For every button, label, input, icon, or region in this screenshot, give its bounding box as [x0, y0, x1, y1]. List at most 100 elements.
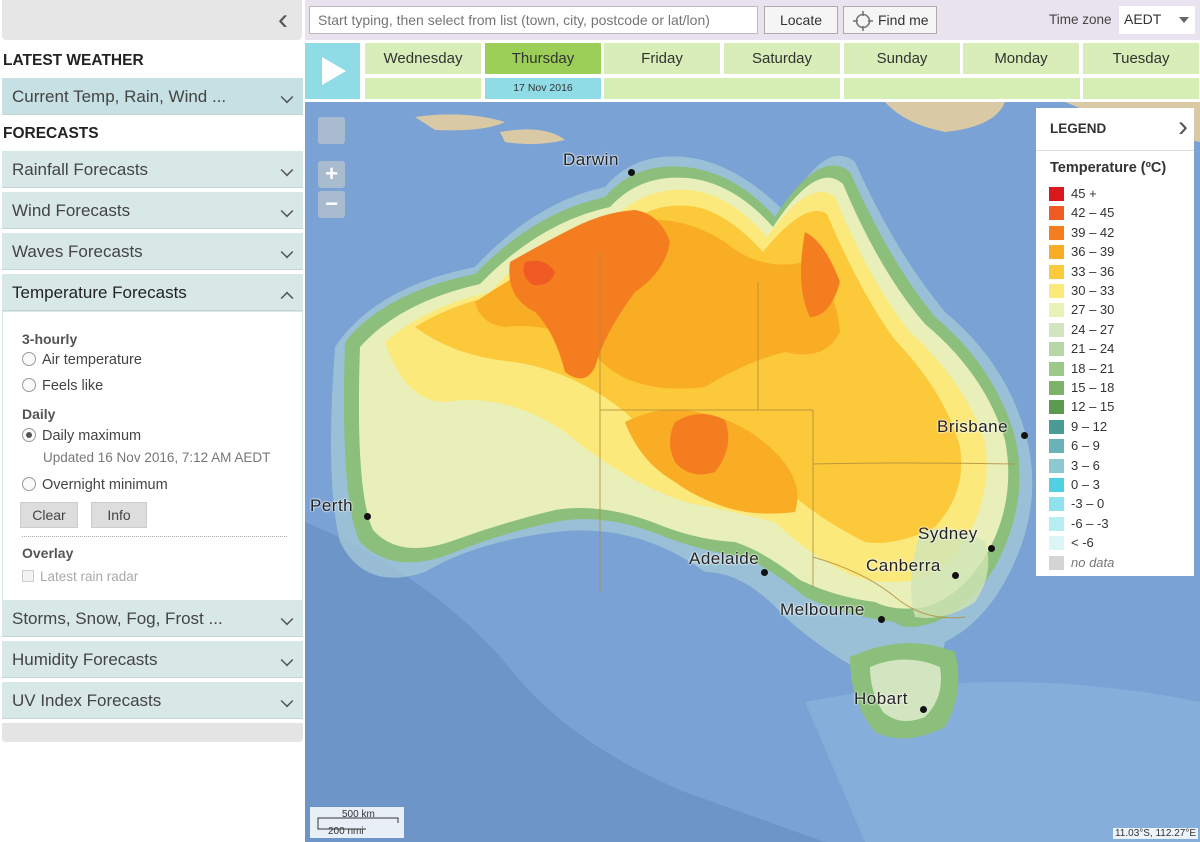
- legend-swatch: [1049, 245, 1064, 260]
- legend-header[interactable]: LEGEND ›: [1036, 108, 1194, 151]
- legend-swatch: [1049, 516, 1064, 531]
- overnight-minimum-radio[interactable]: Overnight minimum: [22, 477, 168, 493]
- daily-label: Daily: [22, 406, 56, 422]
- city-label-adelaide[interactable]: Adelaide: [689, 549, 759, 569]
- humidity-forecasts-item[interactable]: Humidity Forecasts: [2, 641, 303, 678]
- legend-swatch: [1049, 284, 1064, 298]
- rainfall-forecasts-item[interactable]: Rainfall Forecasts: [2, 151, 303, 188]
- wind-forecasts-item[interactable]: Wind Forecasts: [2, 192, 303, 229]
- city-marker-perth[interactable]: [364, 513, 371, 520]
- accordion-label: Wind Forecasts: [12, 201, 131, 220]
- forecast-map[interactable]: + − Darwin Brisbane Perth Sydney Adelaid…: [305, 102, 1200, 842]
- legend-swatch: [1049, 187, 1064, 201]
- legend-header-label: LEGEND: [1050, 121, 1107, 136]
- city-label-perth[interactable]: Perth: [310, 496, 353, 516]
- legend-swatch: [1049, 458, 1064, 473]
- radio-selected-icon: [22, 428, 36, 442]
- timezone-select[interactable]: AEDT: [1119, 6, 1195, 34]
- day-tab-friday[interactable]: Friday: [604, 43, 720, 74]
- updated-timestamp: Updated 16 Nov 2016, 7:12 AM AEDT: [43, 450, 271, 465]
- legend-label: 6 – 9: [1071, 438, 1100, 454]
- chevron-right-icon: ›: [1178, 110, 1188, 143]
- overlay-label: Overlay: [22, 545, 74, 561]
- chevron-down-icon: [280, 163, 294, 177]
- collapse-sidebar-button[interactable]: ‹: [2, 0, 302, 40]
- accordion-label: Storms, Snow, Fog, Frost ...: [12, 609, 223, 628]
- clear-button[interactable]: Clear: [20, 502, 78, 528]
- city-marker-canberra[interactable]: [952, 572, 959, 579]
- legend-swatch: [1049, 439, 1064, 454]
- day-timeline-tuesday[interactable]: [1083, 78, 1199, 99]
- location-search-input[interactable]: [309, 6, 758, 34]
- play-icon: [322, 57, 346, 85]
- info-button[interactable]: Info: [91, 502, 147, 528]
- legend-swatch: [1049, 497, 1064, 512]
- day-tab-wednesday[interactable]: Wednesday: [365, 43, 481, 74]
- find-me-button[interactable]: Find me: [843, 6, 937, 34]
- city-label-hobart[interactable]: Hobart: [854, 689, 908, 709]
- city-marker-melbourne[interactable]: [878, 616, 885, 623]
- city-marker-hobart[interactable]: [920, 706, 927, 713]
- legend-label: 33 – 36: [1071, 263, 1115, 279]
- day-timeline-wednesday[interactable]: [365, 78, 481, 99]
- city-label-brisbane[interactable]: Brisbane: [937, 417, 1008, 437]
- air-temperature-radio[interactable]: Air temperature: [22, 352, 142, 368]
- legend-swatch: [1049, 478, 1064, 492]
- chevron-down-icon: [280, 612, 294, 626]
- legend-label: 12 – 15: [1071, 399, 1115, 415]
- day-tab-tuesday[interactable]: Tuesday: [1083, 43, 1199, 74]
- hourly-label: 3-hourly: [22, 331, 78, 347]
- zoom-in-button[interactable]: +: [318, 161, 345, 188]
- locate-button[interactable]: Locate: [764, 6, 838, 34]
- rain-radar-checkbox[interactable]: Latest rain radar: [22, 569, 138, 584]
- legend-swatch: [1049, 555, 1064, 570]
- legend-label: < -6: [1071, 535, 1094, 551]
- chevron-down-icon: [280, 90, 294, 104]
- legend-label: 36 – 39: [1071, 244, 1115, 260]
- latest-weather-heading: LATEST WEATHER: [3, 52, 144, 69]
- city-marker-sydney[interactable]: [988, 545, 995, 552]
- scale-nmi-label: 200 nmi: [328, 826, 364, 837]
- crosshair-icon: [853, 11, 873, 31]
- sidebar-footer: [2, 723, 303, 742]
- find-me-label: Find me: [878, 12, 929, 28]
- day-timeline-friday-saturday[interactable]: [604, 78, 840, 99]
- legend-swatch: [1049, 206, 1064, 221]
- day-tab-sunday[interactable]: Sunday: [844, 43, 960, 74]
- city-label-sydney[interactable]: Sydney: [918, 524, 978, 544]
- storms-snow-fog-frost-item[interactable]: Storms, Snow, Fog, Frost ...: [2, 600, 303, 637]
- city-label-canberra[interactable]: Canberra: [866, 556, 941, 576]
- day-tab-monday[interactable]: Monday: [963, 43, 1079, 74]
- city-marker-darwin[interactable]: [628, 169, 635, 176]
- uv-index-forecasts-item[interactable]: UV Index Forecasts: [2, 682, 303, 719]
- scale-km-label: 500 km: [342, 809, 375, 820]
- day-tab-thursday[interactable]: Thursday: [485, 43, 601, 74]
- temperature-forecasts-item[interactable]: Temperature Forecasts: [2, 274, 303, 311]
- city-marker-brisbane[interactable]: [1021, 432, 1028, 439]
- daily-maximum-radio[interactable]: Daily maximum: [22, 428, 141, 444]
- radio-label: Air temperature: [42, 352, 142, 368]
- divider: [22, 536, 287, 537]
- day-tab-saturday[interactable]: Saturday: [724, 43, 840, 74]
- chevron-down-icon: [280, 204, 294, 218]
- legend-swatch: [1049, 381, 1064, 395]
- dropdown-arrow-icon: [1179, 17, 1189, 23]
- radio-icon: [22, 477, 36, 491]
- australia-extent-button[interactable]: [318, 117, 345, 144]
- city-label-melbourne[interactable]: Melbourne: [780, 600, 865, 620]
- legend-swatch: [1049, 536, 1064, 551]
- scale-bar: 500 km 200 nmi: [310, 807, 404, 838]
- zoom-out-button[interactable]: −: [318, 191, 345, 218]
- feels-like-radio[interactable]: Feels like: [22, 378, 103, 394]
- city-label-darwin[interactable]: Darwin: [563, 150, 619, 170]
- selected-date-label[interactable]: 17 Nov 2016: [485, 78, 601, 99]
- current-temp-rain-wind-item[interactable]: Current Temp, Rain, Wind ...: [2, 78, 303, 115]
- cursor-coordinates: 11.03°S, 112.27°E: [1112, 828, 1198, 839]
- play-animation-button[interactable]: [305, 43, 360, 99]
- legend-swatch: [1049, 264, 1064, 279]
- waves-forecasts-item[interactable]: Waves Forecasts: [2, 233, 303, 270]
- legend-label: 18 – 21: [1071, 360, 1115, 376]
- day-timeline-sunday-monday[interactable]: [844, 78, 1080, 99]
- accordion-label: Temperature Forecasts: [12, 283, 187, 302]
- city-marker-adelaide[interactable]: [761, 569, 768, 576]
